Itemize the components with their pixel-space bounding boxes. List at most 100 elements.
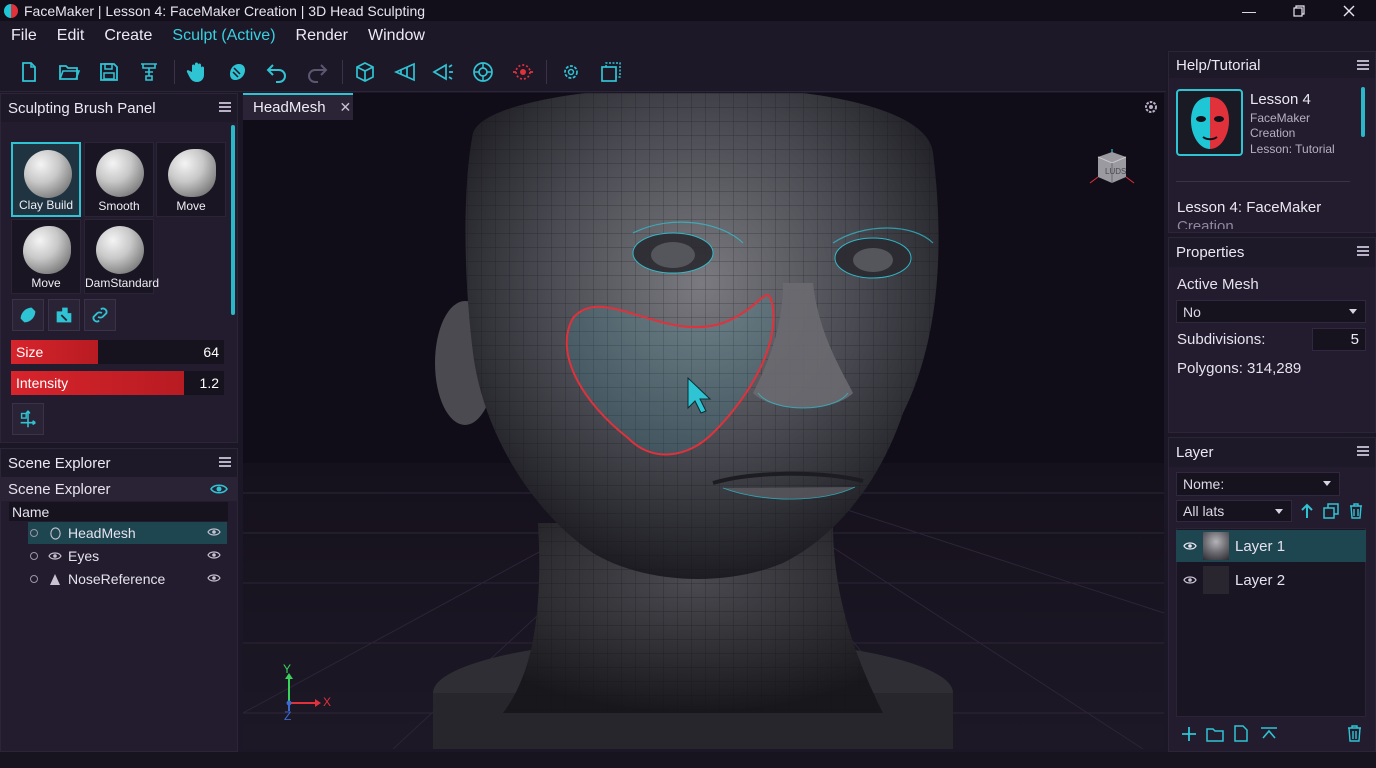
expand-bullet-icon[interactable] [30, 575, 38, 583]
cube-icon[interactable] [352, 59, 378, 85]
panel-menu-icon[interactable] [219, 102, 231, 112]
minimize-icon[interactable]: — [1224, 0, 1274, 21]
hand-icon[interactable] [184, 59, 210, 85]
brush-smooth[interactable]: Smooth [84, 142, 154, 217]
window-title: FaceMaker | Lesson 4: FaceMaker Creation… [24, 2, 426, 19]
view-cube-icon[interactable]: LUDS [1088, 145, 1136, 193]
open-folder-icon[interactable] [56, 59, 82, 85]
panel-menu-icon[interactable] [1357, 60, 1369, 70]
brush-clay-build[interactable]: Clay Build [11, 142, 81, 217]
symmetry-icon[interactable] [136, 59, 162, 85]
target-icon[interactable] [470, 59, 496, 85]
lesson-card-title: Lesson 4 [1250, 91, 1311, 108]
panel-menu-icon[interactable] [219, 457, 231, 467]
head-render [243, 93, 1164, 749]
tree-item-nosereference[interactable]: NoseReference [28, 568, 227, 590]
lesson-card-line2: Creation [1250, 126, 1296, 140]
help-scrollbar[interactable] [1361, 87, 1365, 137]
save-icon[interactable] [96, 59, 122, 85]
merge-up-icon[interactable] [1260, 726, 1278, 742]
brush-damstandard[interactable]: DamStandard [84, 219, 160, 294]
gizmo-transform-icon[interactable] [12, 403, 44, 435]
scene-explorer-panel-title: Scene Explorer [8, 454, 111, 472]
new-file-layer-icon[interactable] [1234, 725, 1248, 742]
menu-create[interactable]: Create [104, 27, 152, 45]
camera-icon[interactable] [430, 59, 456, 85]
layer-row-2[interactable]: Layer 2 [1176, 564, 1366, 596]
layer-thumbnail [1203, 566, 1229, 594]
layer-filter-select[interactable]: All lats [1176, 500, 1292, 522]
brush-move-2[interactable]: Move [11, 219, 81, 294]
intensity-slider[interactable]: Intensity 1.2 [11, 371, 224, 395]
lesson-card-line1: FaceMaker [1250, 111, 1311, 125]
active-mesh-select[interactable]: No [1176, 300, 1366, 323]
restore-icon[interactable] [1274, 0, 1324, 21]
size-label: Size [16, 344, 44, 360]
app-logo-icon [4, 3, 18, 18]
menu-file[interactable]: File [11, 27, 37, 45]
menu-edit[interactable]: Edit [57, 27, 85, 45]
viewport-settings-gear-icon[interactable] [1143, 99, 1159, 115]
subdivisions-input[interactable]: 5 [1312, 328, 1366, 351]
delete-icon[interactable] [1349, 503, 1363, 519]
viewport-3d[interactable]: LUDS Y X Z [243, 93, 1164, 749]
paint-icon[interactable] [12, 299, 44, 331]
lesson-thumbnail[interactable] [1176, 89, 1243, 156]
tab-headmesh[interactable]: HeadMesh ✕ [243, 93, 353, 120]
expand-bullet-icon[interactable] [30, 529, 38, 537]
menu-render[interactable]: Render [296, 27, 348, 45]
tree-item-headmesh[interactable]: HeadMesh [28, 522, 227, 544]
duplicate-icon[interactable] [1323, 503, 1339, 519]
frame-icon[interactable] [598, 59, 624, 85]
move-up-icon[interactable] [1300, 503, 1314, 519]
scene-explorer-section: Scene Explorer [0, 477, 238, 501]
new-file-icon[interactable] [16, 59, 42, 85]
tree-item-eyes[interactable]: Eyes [28, 545, 227, 567]
eye-object-icon [48, 549, 62, 563]
layer-name-select[interactable]: Nome: [1176, 472, 1340, 496]
eye-icon[interactable] [1183, 541, 1197, 551]
expand-bullet-icon[interactable] [30, 552, 38, 560]
eye-icon[interactable] [1183, 575, 1197, 585]
menu-window[interactable]: Window [368, 27, 425, 45]
brush-label: Smooth [98, 199, 140, 213]
close-icon[interactable] [1324, 0, 1374, 21]
add-layer-icon[interactable] [1181, 726, 1197, 742]
panel-menu-icon[interactable] [1357, 246, 1369, 256]
status-bar [0, 752, 1376, 768]
undo-icon[interactable] [264, 59, 290, 85]
layer-row-1[interactable]: Layer 1 [1176, 530, 1366, 562]
perspective-icon[interactable] [392, 59, 418, 85]
layer-name-value: Nome: [1183, 476, 1225, 492]
link-icon[interactable] [84, 299, 116, 331]
size-slider[interactable]: Size 64 [11, 340, 224, 364]
eye-icon[interactable] [207, 573, 221, 583]
brush-preview-icon [24, 150, 72, 198]
menu-sculpt[interactable]: Sculpt (Active) [172, 27, 275, 45]
brush-label: DamStandard [85, 276, 160, 290]
panel-menu-icon[interactable] [1357, 446, 1369, 456]
brush-panel-scrollbar[interactable] [231, 125, 235, 315]
sculpt-icon[interactable] [224, 59, 250, 85]
size-value: 64 [203, 344, 219, 360]
face-mask-icon [1190, 96, 1229, 149]
brush-preview-icon [96, 149, 144, 197]
column-header-name[interactable]: Name [9, 502, 228, 521]
visibility-eye-icon[interactable] [210, 482, 228, 496]
chevron-down-icon [1349, 309, 1357, 314]
tree-item-label: HeadMesh [68, 525, 136, 541]
record-icon[interactable] [510, 59, 536, 85]
app-window: FaceMaker | Lesson 4: FaceMaker Creation… [0, 0, 1376, 768]
eye-icon[interactable] [207, 527, 221, 537]
properties-panel-header: Properties [1169, 238, 1375, 267]
tab-close-icon[interactable]: ✕ [340, 99, 352, 116]
delete-layer-icon[interactable] [1347, 725, 1362, 742]
settings-gear-icon[interactable] [558, 59, 584, 85]
chevron-down-icon [1275, 509, 1283, 514]
eye-icon[interactable] [207, 550, 221, 560]
brush-move[interactable]: Move [156, 142, 226, 217]
redo-icon[interactable] [304, 59, 330, 85]
active-mesh-value: No [1183, 303, 1201, 320]
mask-icon[interactable] [48, 299, 80, 331]
folder-icon[interactable] [1206, 726, 1224, 742]
